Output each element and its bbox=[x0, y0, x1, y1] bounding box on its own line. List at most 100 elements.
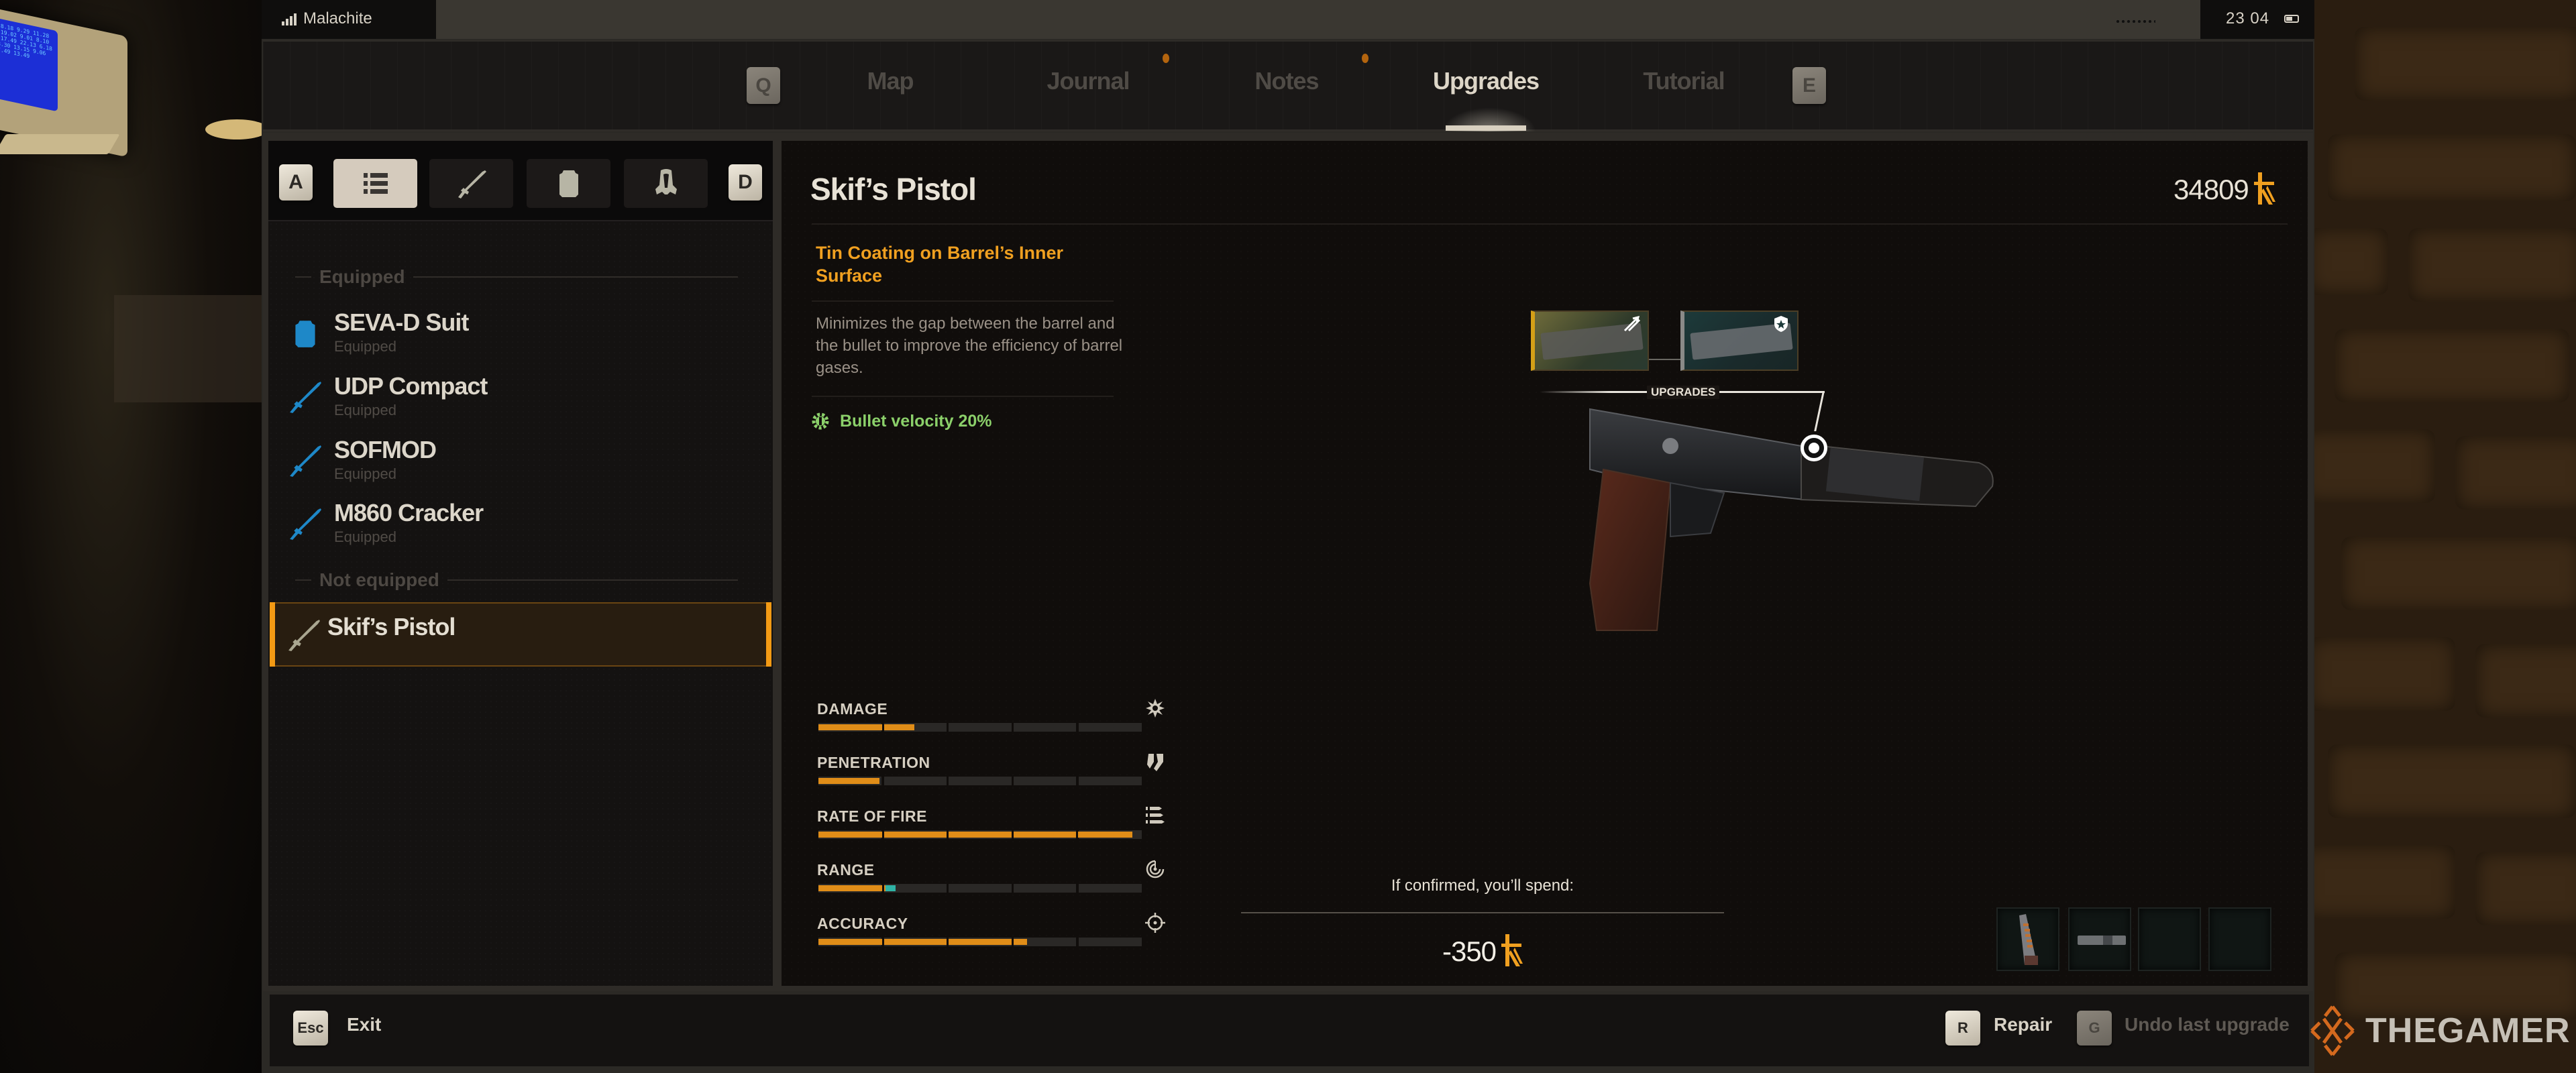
undo-last-upgrade-button[interactable]: Undo last upgrade bbox=[2125, 1014, 2290, 1035]
stat-bar-separator bbox=[1011, 777, 1014, 785]
next-category-key[interactable]: D bbox=[729, 164, 762, 201]
stat-bar-separator bbox=[881, 777, 884, 785]
magazine-icon bbox=[2019, 914, 2038, 965]
background-brick-wall bbox=[2314, 0, 2576, 1073]
stat-label: RATE OF FIRE bbox=[817, 807, 928, 825]
watermark-text: THEGAMER bbox=[2365, 1011, 2571, 1050]
list-item-seva-d-suit[interactable]: SEVA-D Suit Equipped bbox=[275, 308, 771, 369]
prev-tab-key[interactable]: Q bbox=[747, 67, 780, 104]
shield-burst-icon bbox=[1774, 316, 1788, 332]
next-tab-key[interactable]: E bbox=[1792, 67, 1826, 104]
upgrade-thumbnail-slide[interactable] bbox=[1680, 310, 1799, 371]
list-item-sofmod[interactable]: SOFMOD Equipped bbox=[275, 436, 771, 496]
section-header-not-equipped: Not equipped bbox=[295, 569, 738, 590]
undo-key[interactable]: G bbox=[2077, 1011, 2112, 1046]
attachment-slot-suppressor[interactable] bbox=[2068, 907, 2131, 971]
section-title: Not equipped bbox=[319, 569, 439, 590]
list-item-m860-cracker[interactable]: M860 Cracker Equipped bbox=[275, 499, 771, 559]
exit-key[interactable]: Esc bbox=[293, 1011, 328, 1046]
range-icon bbox=[1146, 860, 1165, 879]
stat-bar-segment bbox=[1079, 884, 1142, 893]
coupon-currency-icon bbox=[2253, 172, 2275, 205]
stat-bar-segment bbox=[949, 884, 1012, 893]
tab-notes[interactable]: Notes bbox=[1254, 67, 1319, 95]
attachment-slot-magazine[interactable] bbox=[1996, 907, 2059, 971]
stat-bar-separator bbox=[1011, 723, 1014, 732]
upgrade-bonus: Bullet velocity 20% bbox=[810, 411, 991, 431]
repair-key[interactable]: R bbox=[1945, 1011, 1980, 1046]
stat-bar-separator bbox=[1076, 777, 1079, 785]
thegamer-logo-icon bbox=[2310, 1005, 2355, 1056]
tab-map[interactable]: Map bbox=[867, 67, 914, 95]
item-name: SOFMOD bbox=[334, 436, 437, 463]
crosshair-icon bbox=[1145, 913, 1165, 933]
thumbnail-connector bbox=[1649, 359, 1680, 360]
explosion-icon bbox=[1146, 699, 1165, 718]
attachment-slot-empty[interactable] bbox=[2138, 907, 2201, 971]
cost-label: If confirmed, you’ll spend: bbox=[1391, 877, 1574, 895]
stat-bar-separator bbox=[947, 777, 949, 785]
clock: 23 04 bbox=[2226, 9, 2270, 27]
tab-upgrades[interactable]: Upgrades bbox=[1433, 67, 1540, 95]
upgrade-thumbnail-barrel[interactable] bbox=[1531, 310, 1649, 371]
stat-bar-segment bbox=[1014, 884, 1077, 893]
watermark-logo: THEGAMER bbox=[2309, 1004, 2571, 1058]
rifle-icon bbox=[290, 445, 321, 477]
stat-bar-separator bbox=[881, 830, 884, 839]
category-tab-armor[interactable] bbox=[527, 159, 610, 208]
bonus-text: Bullet velocity 20% bbox=[840, 411, 992, 431]
repair-button[interactable]: Repair bbox=[1994, 1014, 2052, 1035]
stat-label: RANGE bbox=[817, 861, 875, 879]
notes-notification-dot bbox=[1362, 54, 1368, 63]
stat-bar-segment bbox=[1014, 777, 1077, 785]
suppressor-icon bbox=[2078, 936, 2126, 945]
status-strip bbox=[262, 0, 2314, 39]
gas-mask-icon bbox=[655, 168, 677, 194]
stat-bar-separator bbox=[1076, 830, 1079, 839]
journal-notification-dot bbox=[1163, 54, 1169, 63]
balance-value: 34809 bbox=[2174, 174, 2249, 205]
list-item-udp-compact[interactable]: UDP Compact Equipped bbox=[275, 372, 771, 433]
tab-tutorial[interactable]: Tutorial bbox=[1643, 67, 1725, 95]
tab-journal[interactable]: Journal bbox=[1046, 67, 1130, 95]
prev-category-key[interactable]: A bbox=[279, 164, 313, 201]
list-item-skifs-pistol-selected[interactable]: Skif’s Pistol bbox=[270, 602, 771, 667]
cost-divider bbox=[1241, 912, 1724, 913]
stat-bar-fill bbox=[818, 885, 886, 891]
stat-bar-fill bbox=[818, 778, 879, 784]
category-tab-all[interactable] bbox=[333, 159, 417, 208]
stat-accuracy: ACCURACY bbox=[817, 913, 1166, 962]
stat-bar-segment bbox=[1079, 938, 1142, 946]
divider bbox=[812, 300, 1114, 302]
stat-label: PENETRATION bbox=[817, 754, 930, 771]
stat-bar-fill bbox=[818, 939, 1027, 945]
keyboard bbox=[0, 134, 120, 154]
stat-bar-segment bbox=[1014, 723, 1077, 732]
category-tab-helmets[interactable] bbox=[624, 159, 708, 208]
exit-button[interactable]: Exit bbox=[347, 1014, 381, 1035]
stat-bar-separator bbox=[947, 723, 949, 732]
upgrade-node-barrel[interactable] bbox=[1801, 435, 1827, 461]
stat-bar-separator bbox=[881, 884, 884, 893]
signal-bars-icon bbox=[282, 13, 297, 25]
attachment-slot-empty[interactable] bbox=[2208, 907, 2271, 971]
crt-screen: 13.49 8.18 9.29 11.28 14.04 19.02 9.01 8… bbox=[0, 13, 58, 112]
rifle-icon bbox=[290, 382, 321, 413]
gear-wrench-icon bbox=[812, 412, 829, 430]
stat-bar-separator bbox=[1011, 938, 1014, 946]
stat-bar-segment bbox=[949, 777, 1012, 785]
stat-bar-separator bbox=[881, 938, 884, 946]
stat-label: DAMAGE bbox=[817, 700, 888, 718]
stat-penetration: PENETRATION bbox=[817, 754, 1166, 801]
stat-label: ACCURACY bbox=[817, 915, 908, 932]
vest-icon bbox=[559, 170, 578, 197]
stat-bar-separator bbox=[1076, 723, 1079, 732]
section-header-equipped: Equipped bbox=[295, 266, 738, 287]
category-tab-weapons[interactable] bbox=[429, 159, 513, 208]
callout-label: UPGRADES bbox=[1647, 386, 1720, 399]
velocity-arrows-icon bbox=[1623, 315, 1641, 332]
rifle-icon bbox=[290, 508, 321, 540]
stat-bar-separator bbox=[947, 938, 949, 946]
divider bbox=[812, 396, 1114, 397]
bowl bbox=[205, 119, 268, 139]
